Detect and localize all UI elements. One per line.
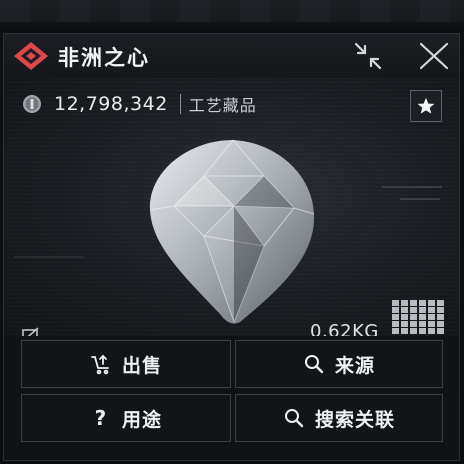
price-row: 12,798,342 工艺藏品 — [22, 92, 257, 116]
sell-label: 出售 — [121, 354, 162, 377]
search-icon — [284, 409, 304, 428]
item-price: 12,798,342 — [54, 93, 168, 115]
sell-icon — [91, 354, 109, 375]
decorative-line — [400, 198, 440, 200]
decorative-line — [382, 186, 442, 188]
item-title: 非洲之心 — [58, 46, 150, 70]
sell-button[interactable]: 出售 — [21, 340, 231, 388]
diamond-gem-image — [149, 139, 315, 324]
item-category: 工艺藏品 — [188, 96, 257, 115]
source-label: 来源 — [334, 354, 375, 377]
panel-header: 非洲之心 — [4, 34, 459, 79]
decorative-line — [14, 256, 84, 258]
star-icon — [417, 97, 435, 114]
close-icon[interactable] — [415, 40, 453, 72]
favorite-button[interactable] — [410, 90, 442, 122]
no-display-icon — [22, 327, 39, 336]
question-icon: ? — [94, 406, 108, 430]
search-related-button[interactable]: 搜索关联 — [235, 394, 443, 442]
collapse-icon[interactable] — [350, 40, 386, 72]
usage-label: 用途 — [121, 408, 162, 431]
search-related-label: 搜索关联 — [314, 408, 395, 431]
grid-size-icon — [392, 300, 444, 336]
source-button[interactable]: 来源 — [235, 340, 443, 388]
usage-button[interactable]: ? 用途 — [21, 394, 231, 442]
search-icon — [304, 355, 324, 374]
item-display-area: 12,798,342 工艺藏品 0.62KG — [4, 78, 459, 336]
item-weight: 0.62KG — [310, 321, 379, 336]
divider — [179, 94, 181, 114]
coin-icon — [23, 95, 41, 113]
diamond-logo-icon — [14, 42, 48, 70]
item-detail-panel: 非洲之心 12,798,342 工艺藏品 0.62KG 出售 来源 ? 用途 搜… — [3, 33, 460, 461]
